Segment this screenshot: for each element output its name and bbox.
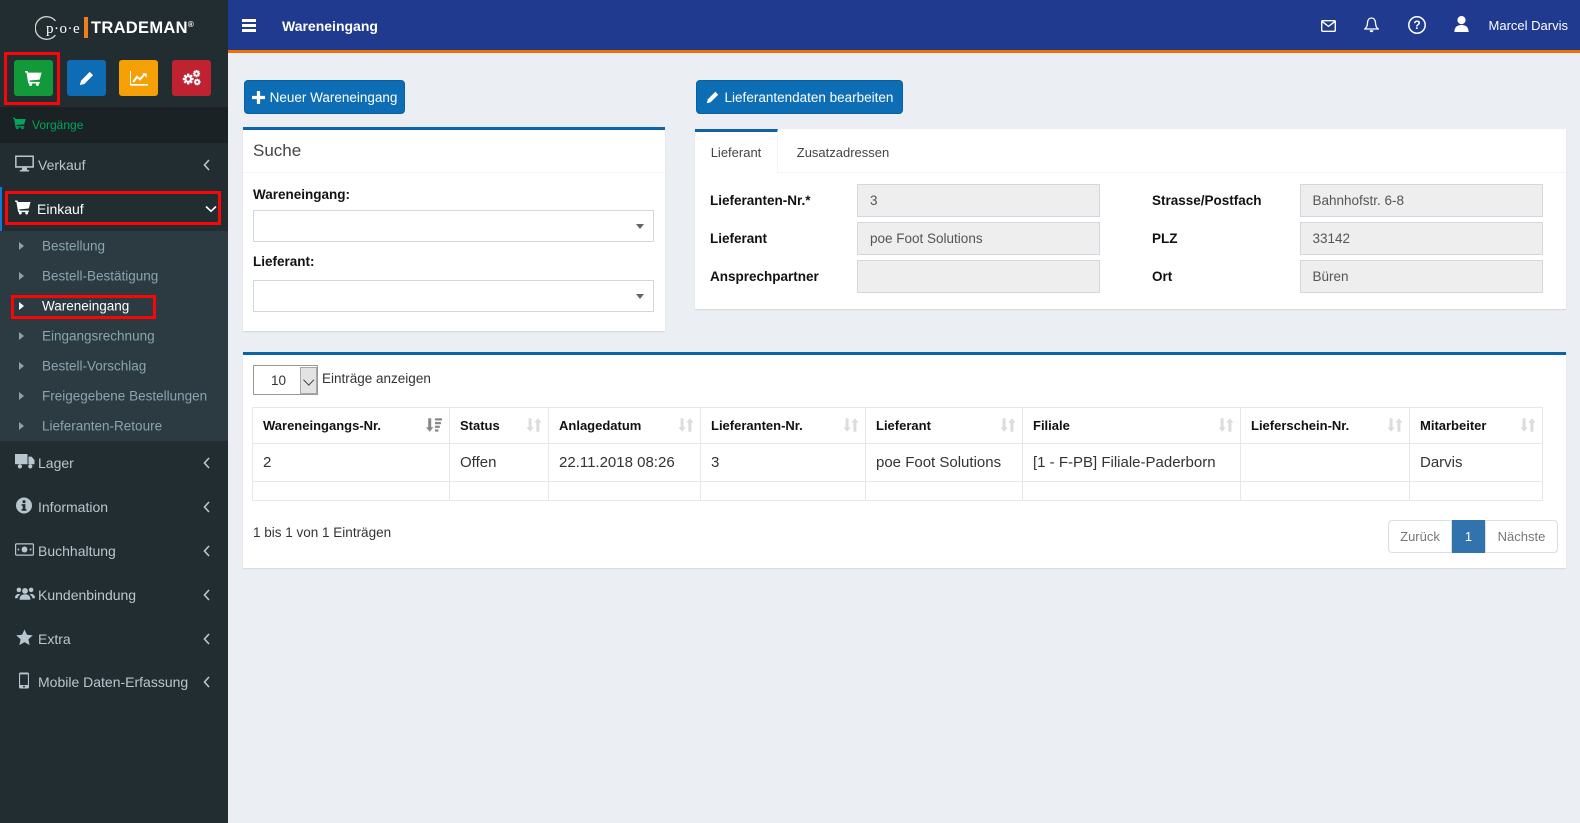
svg-text:?: ? xyxy=(1413,18,1420,32)
